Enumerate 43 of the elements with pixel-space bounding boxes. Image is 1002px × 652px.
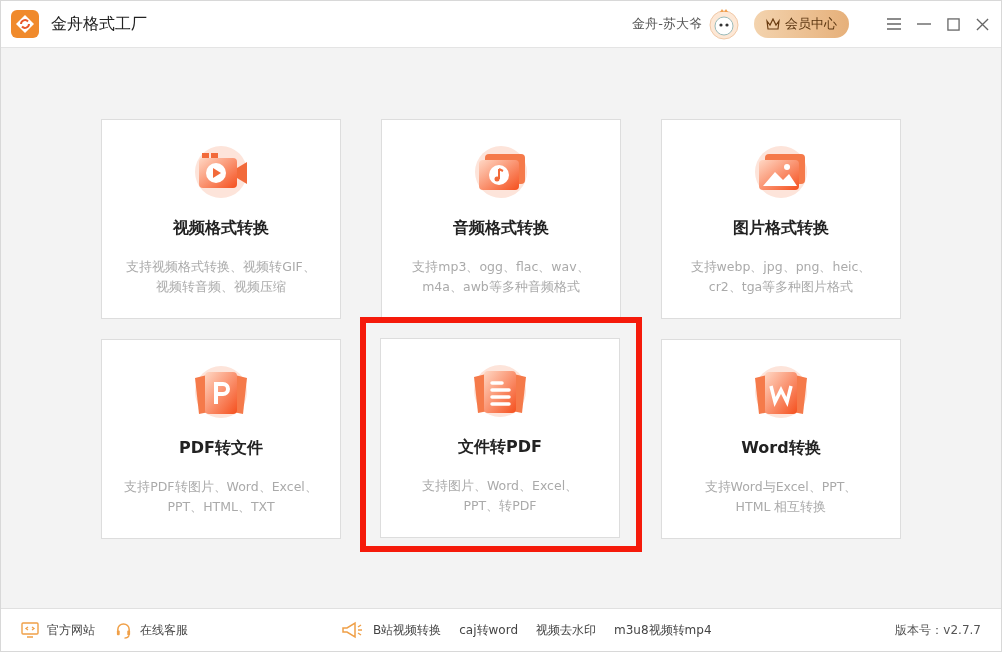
tool-card[interactable]: PDF转文件 支持PDF转图片、Word、Excel、 PPT、HTML、TXT (101, 339, 341, 539)
footer-link[interactable]: 视频去水印 (536, 621, 596, 639)
menu-icon[interactable] (887, 18, 901, 30)
card-description: 支持webp、jpg、png、heic、 (690, 258, 872, 276)
card-description: 支持Word与Excel、PPT、 (704, 478, 858, 496)
card-title: 文件转PDF (458, 437, 542, 458)
app-logo-icon (11, 10, 39, 38)
tool-card[interactable]: 视频格式转换 支持视频格式转换、视频转GIF、 视频转音频、视频压缩 (101, 119, 341, 319)
card-description: PPT、转PDF (463, 497, 537, 515)
footer-link[interactable]: caj转word (459, 621, 518, 639)
vip-center-button[interactable]: 会员中心 (754, 10, 849, 38)
card-description: PPT、HTML、TXT (167, 498, 275, 516)
card-description: 支持图片、Word、Excel、 (421, 477, 579, 495)
footer-link[interactable]: m3u8视频转mp4 (614, 621, 712, 639)
card-description: m4a、awb等多种音频格式 (422, 278, 580, 296)
window-title: 金舟格式工厂 (51, 13, 147, 35)
tool-card[interactable]: 图片格式转换 支持webp、jpg、png、heic、 cr2、tga等多种图片格式 (661, 119, 901, 319)
footer-link[interactable]: 在线客服 (115, 621, 188, 639)
card-description: HTML 相互转换 (735, 498, 827, 516)
card-description: 支持视频格式转换、视频转GIF、 (126, 258, 316, 276)
megaphone-icon (341, 621, 363, 639)
version-label: 版本号：v2.7.7 (895, 621, 981, 639)
tool-card[interactable]: 文件转PDF 支持图片、Word、Excel、 PPT、转PDF (380, 338, 620, 538)
card-description: 支持mp3、ogg、flac、wav、 (412, 258, 590, 276)
maximize-icon[interactable] (947, 17, 960, 31)
card-title: Word转换 (741, 438, 821, 459)
monitor-icon (21, 622, 39, 638)
footer-link[interactable]: B站视频转换 (373, 621, 442, 639)
tool-card[interactable]: Word转换 支持Word与Excel、PPT、 HTML 相互转换 (661, 339, 901, 539)
card-description: 视频转音频、视频压缩 (156, 278, 286, 296)
card-description: 支持PDF转图片、Word、Excel、 (124, 478, 318, 496)
headset-icon (115, 621, 132, 639)
card-title: 图片格式转换 (733, 218, 829, 239)
card-description: cr2、tga等多种图片格式 (708, 278, 854, 296)
footer-link[interactable]: 官方网站 (21, 621, 95, 639)
user-name: 金舟-苏大爷 (632, 15, 702, 33)
tool-card[interactable]: 音频格式转换 支持mp3、ogg、flac、wav、 m4a、awb等多种音频格式 (381, 119, 621, 319)
crown-icon (766, 18, 780, 30)
card-title: PDF转文件 (179, 438, 263, 459)
close-icon[interactable] (976, 17, 989, 31)
card-title: 音频格式转换 (453, 218, 549, 239)
avatar-icon[interactable] (708, 8, 740, 40)
card-title: 视频格式转换 (173, 218, 269, 239)
